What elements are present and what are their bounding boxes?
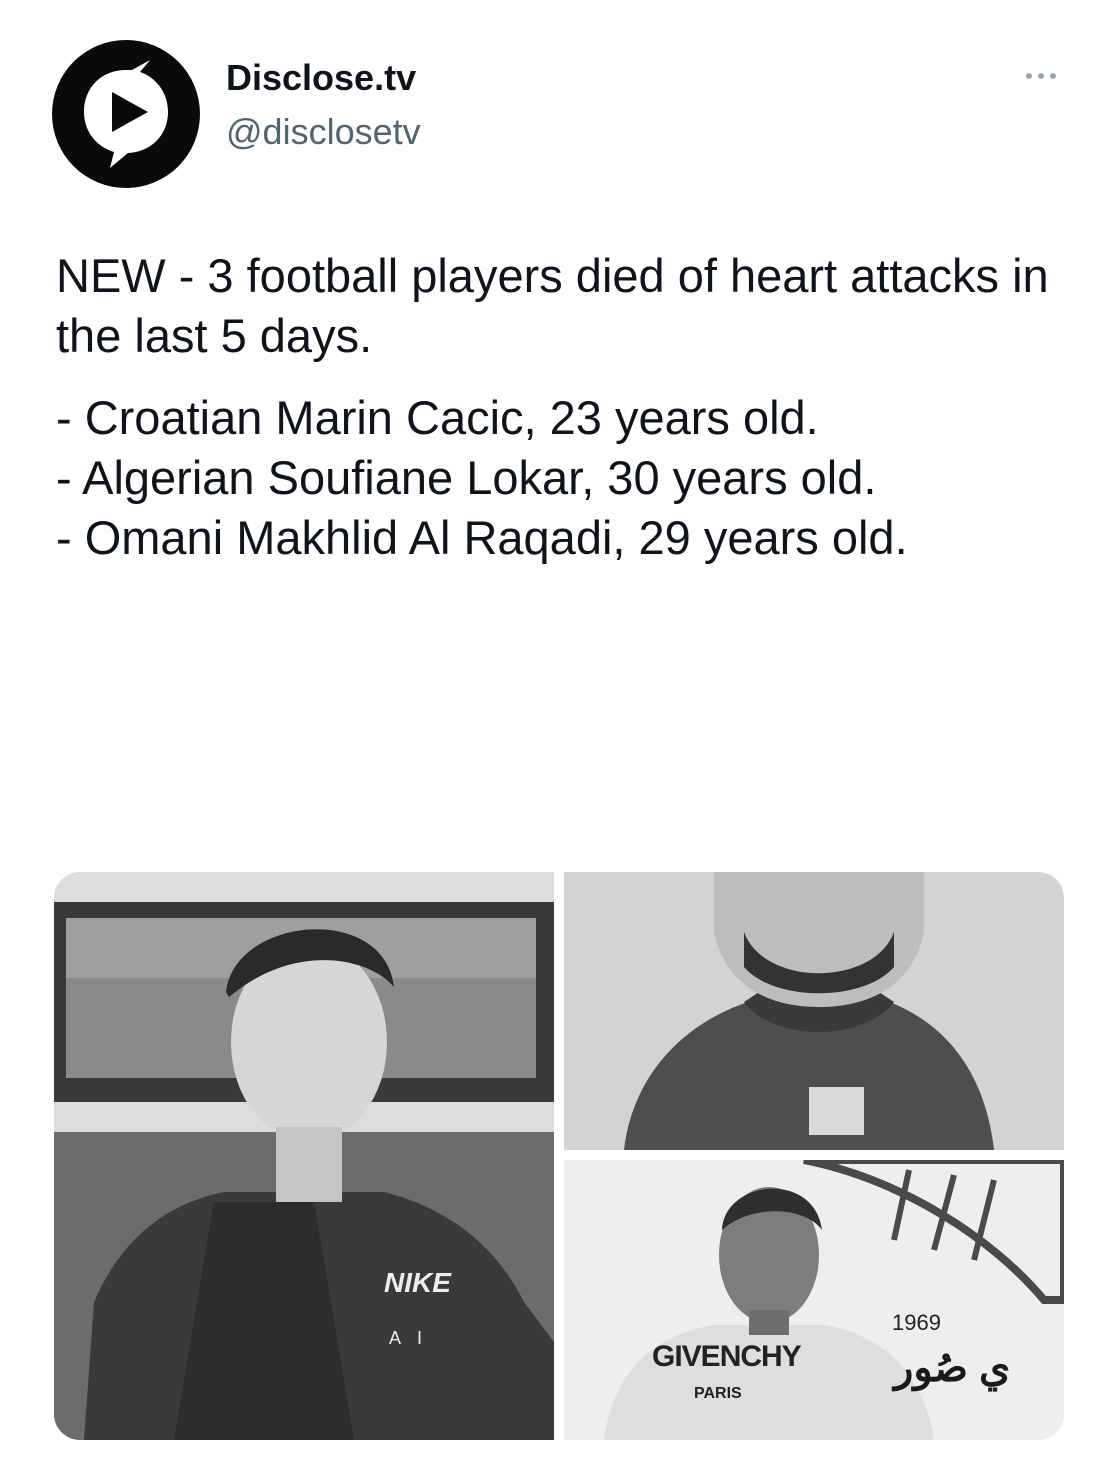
photo-3-year: 1969 [892,1310,941,1335]
photo-2[interactable] [564,872,1064,1150]
photo-1-print2: A I [389,1328,429,1348]
tweet-text: NEW - 3 football players died of heart a… [56,246,1066,568]
photo-1-print: NIKE [384,1267,451,1298]
play-chat-bubble-icon [52,40,200,188]
photo-3[interactable]: 1969 ي صُور GIVENCHY PARIS [564,1160,1064,1440]
photo-3-print2: PARIS [694,1385,742,1402]
media-grid: NIKE A I 1969 ي صُور GIVENCHY PARIS [54,872,1064,1440]
tweet-paragraph: NEW - 3 football players died of heart a… [56,249,1049,362]
photo-1-image [54,872,554,1440]
photo-2-image [564,872,1064,1150]
avatar[interactable] [52,40,200,188]
more-dots-icon [1026,73,1032,79]
photo-3-print: GIVENCHY [652,1340,802,1373]
more-dots-icon [1038,73,1044,79]
photo-3-arabic: ي صُور [894,1346,1011,1390]
more-options-button[interactable] [1016,58,1066,94]
username-handle[interactable]: @disclosetv [226,110,421,154]
photo-3-image [564,1160,1064,1440]
photo-1[interactable]: NIKE A I [54,872,554,1440]
tweet-paragraph: - Croatian Marin Cacic, 23 years old. - … [56,391,908,564]
more-dots-icon [1050,73,1056,79]
display-name[interactable]: Disclose.tv [226,56,416,100]
